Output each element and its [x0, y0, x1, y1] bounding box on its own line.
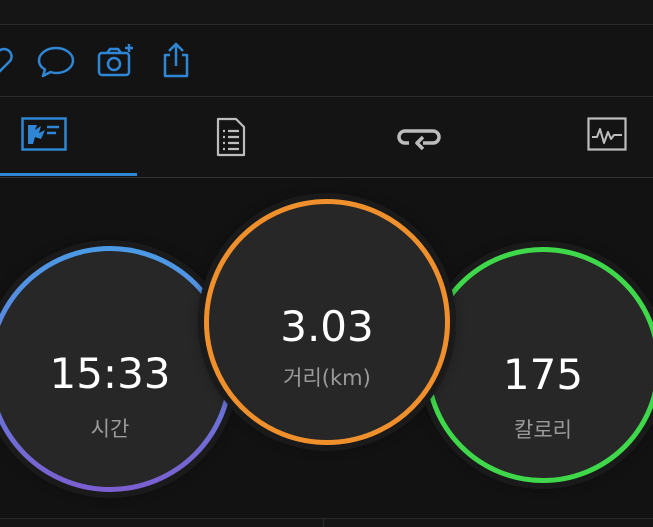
- distance-value: 3.03: [280, 302, 374, 351]
- top-bar: [0, 0, 653, 25]
- tab-chart[interactable]: [538, 97, 653, 177]
- stats-icon: [20, 117, 67, 151]
- share-button[interactable]: [156, 41, 196, 81]
- comment-icon: [37, 46, 75, 78]
- divider: [0, 177, 653, 178]
- details-icon: [216, 117, 245, 157]
- time-value: 15:33: [49, 349, 171, 398]
- laps-icon: [396, 129, 441, 151]
- time-ring: 15:33 시간: [0, 246, 233, 492]
- share-icon: [163, 42, 189, 78]
- tab-details[interactable]: [162, 97, 299, 177]
- time-label: 시간: [90, 417, 130, 441]
- add-photo-button[interactable]: [96, 41, 136, 81]
- heart-icon: [0, 47, 13, 73]
- distance-ring: 3.03 거리(km): [204, 199, 450, 445]
- calories-ring: 175 칼로리: [425, 247, 653, 483]
- calories-label: 칼로리: [514, 418, 572, 442]
- comment-button[interactable]: [36, 41, 76, 81]
- add-photo-icon: [97, 44, 133, 77]
- tab-stats[interactable]: [0, 97, 112, 177]
- tab-indicator: [0, 173, 137, 176]
- tab-bar: [0, 97, 653, 177]
- tab-laps[interactable]: [350, 97, 487, 177]
- like-button[interactable]: [0, 41, 18, 81]
- chart-icon: [586, 117, 627, 151]
- calories-value: 175: [502, 350, 584, 399]
- distance-label: 거리(km): [283, 366, 371, 390]
- action-toolbar: [0, 25, 653, 96]
